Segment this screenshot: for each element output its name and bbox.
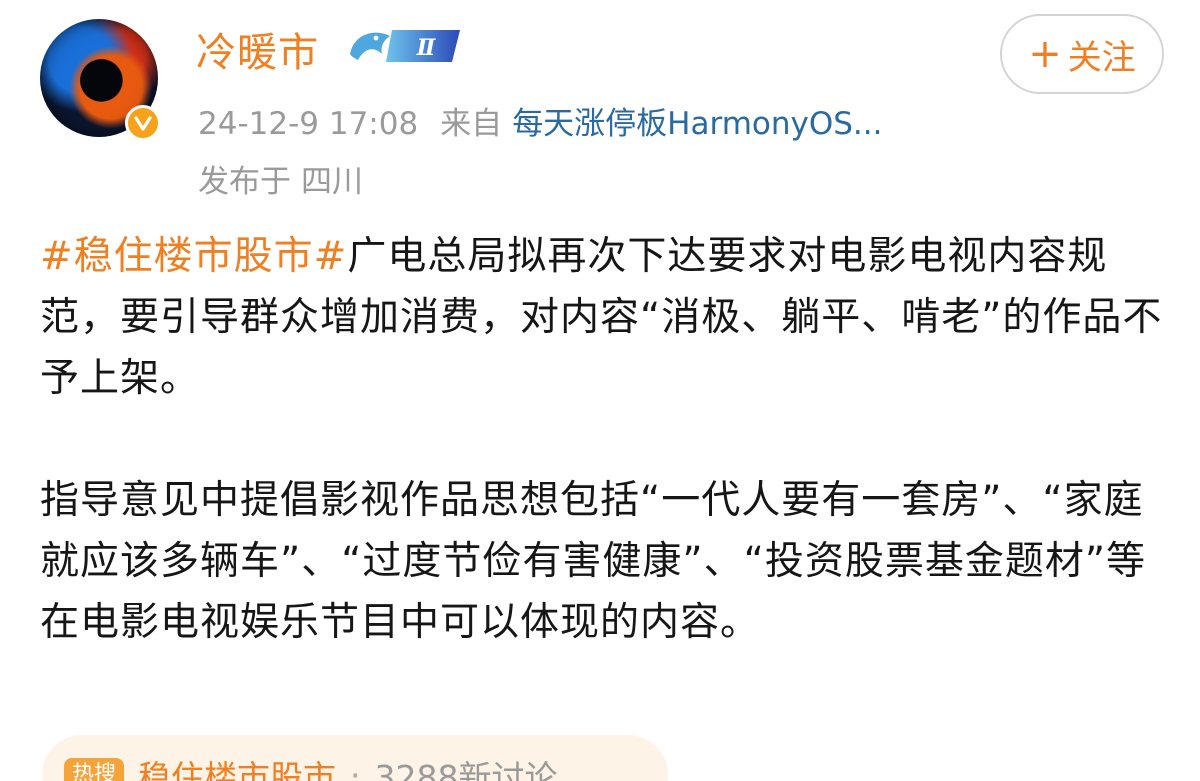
topic-discussion-count: 3288新讨论	[374, 758, 558, 781]
post-content: #稳住楼市股市#广电总局拟再次下达要求对电影电视内容规范，要引导群众增加消费，对…	[40, 226, 1170, 653]
post-datetime: 24-12-9 17:08	[198, 106, 419, 142]
from-label: 来自	[440, 106, 503, 142]
vip-level: Ⅱ	[416, 35, 437, 61]
follow-label: 关注	[1067, 37, 1136, 78]
avatar[interactable]	[40, 19, 161, 141]
location-label: 发布于	[198, 164, 291, 200]
plus-icon: +	[1028, 31, 1062, 77]
vip-badge-icon[interactable]: Ⅱ	[346, 24, 464, 66]
post-meta: 24-12-9 17:08 来自 每天涨停板HarmonyOS...	[198, 98, 883, 143]
topic-separator: ·	[350, 755, 361, 781]
follow-button[interactable]: + 关注	[1000, 14, 1164, 94]
location-value: 四川	[301, 164, 363, 200]
topic-chip[interactable]: 热搜 稳住楼市股市 · 3288新讨论	[42, 735, 668, 781]
post-source-link[interactable]: 每天涨停板HarmonyOS...	[512, 106, 882, 142]
post-location: 发布于 四川	[198, 156, 363, 201]
post-paragraph-2: 指导意见中提倡影视作品思想包括“一代人要有一套房”、“家庭就应该多辆车”、“过度…	[40, 478, 1147, 645]
verified-icon	[125, 105, 161, 141]
post-paragraph-1: #稳住楼市股市#广电总局拟再次下达要求对电影电视内容规范，要引导群众增加消费，对…	[40, 226, 1170, 409]
hot-tag-badge: 热搜	[64, 758, 125, 781]
username[interactable]: 冷暖市	[196, 20, 319, 78]
hashtag-link[interactable]: #稳住楼市股市#	[40, 234, 347, 279]
weibo-post: 冷暖市 Ⅱ 24-12-9 17:08 来自 每天涨停板HarmonyOS... 发…	[0, 0, 1200, 781]
topic-name: 稳住楼市股市	[138, 758, 337, 781]
